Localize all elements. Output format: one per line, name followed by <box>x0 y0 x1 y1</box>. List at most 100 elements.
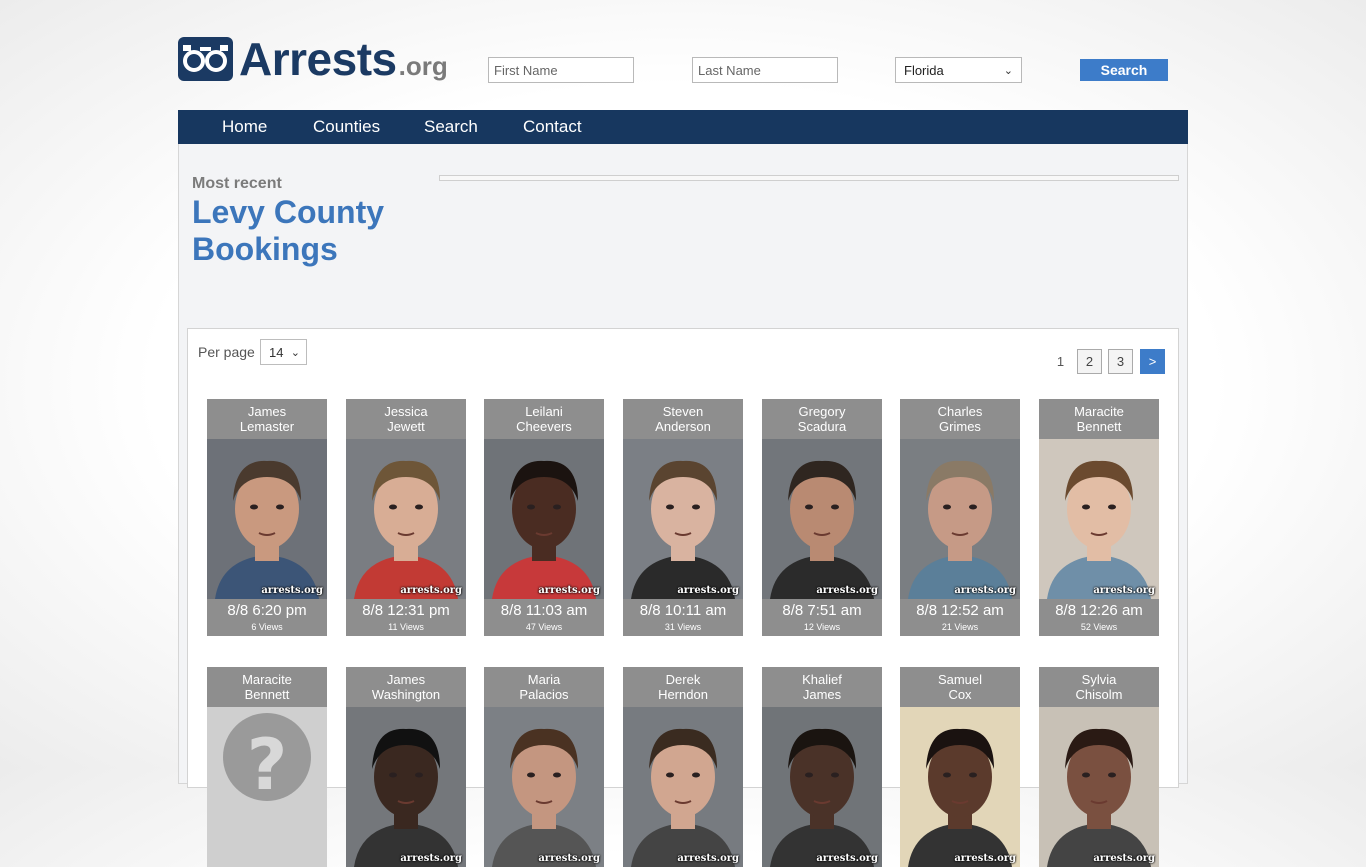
mugshot-photo[interactable]: arrests.org <box>484 707 604 867</box>
card-first-name: Derek <box>665 672 701 687</box>
card-name[interactable]: James Lemaster <box>207 399 327 439</box>
view-count: 11 Views <box>388 622 424 632</box>
site-logo[interactable]: Arrests .org <box>178 35 448 82</box>
card-first-name: Khalief <box>802 672 842 687</box>
page-link-3[interactable]: 3 <box>1108 349 1133 374</box>
card-last-name: Washington <box>371 687 441 702</box>
card-name[interactable]: Maria Palacios <box>484 667 604 707</box>
missing-photo-icon[interactable]: ? <box>207 707 327 867</box>
state-select-value: Florida <box>904 62 944 78</box>
card-first-name: Charles <box>937 404 983 419</box>
card-last-name: Chisolm <box>1075 687 1123 702</box>
booking-time: 8/8 10:11 am <box>639 602 727 619</box>
card-name[interactable]: Khalief James <box>762 667 882 707</box>
search-button[interactable]: Search <box>1080 59 1168 81</box>
card-first-name: James <box>247 404 287 419</box>
card-name[interactable]: Gregory Scadura <box>762 399 882 439</box>
card-last-name: Lemaster <box>239 419 295 434</box>
card-name[interactable]: Derek Herndon <box>623 667 743 707</box>
booking-card[interactable]: Jessica Jewett arrests.org 8/8 12:31 pm 11 V… <box>346 399 466 636</box>
last-name-input[interactable] <box>692 57 838 83</box>
card-name[interactable]: Sylvia Chisolm <box>1039 667 1159 707</box>
card-first-name: Maracite <box>242 672 292 687</box>
view-count: 31 Views <box>664 622 702 632</box>
card-first-name: Sylvia <box>1081 672 1117 687</box>
view-count: 12 Views <box>803 622 841 632</box>
card-last-name: Scadura <box>797 419 847 434</box>
card-last-name: Jewett <box>387 419 425 434</box>
booking-card[interactable]: Gregory Scadura arrests.org 8/8 7:51 am 12 V… <box>762 399 882 636</box>
page-link-2[interactable]: 2 <box>1077 349 1102 374</box>
handcuffs-icon <box>178 37 233 81</box>
booking-time: 8/8 6:20 pm <box>227 602 307 619</box>
booking-time: 8/8 12:52 am <box>916 602 1004 619</box>
watermark: arrests.org <box>954 853 1016 864</box>
mugshot-photo[interactable]: arrests.org <box>762 707 882 867</box>
card-first-name: Maria <box>527 672 561 687</box>
mugshot-photo[interactable]: arrests.org <box>1039 707 1159 867</box>
watermark: arrests.org <box>400 585 462 596</box>
card-first-name: Jessica <box>384 404 428 419</box>
nav-search[interactable]: Search <box>424 110 478 144</box>
per-page-select[interactable]: 14 ⌄ <box>260 339 307 365</box>
watermark: arrests.org <box>816 853 878 864</box>
watermark: arrests.org <box>1093 853 1155 864</box>
card-name[interactable]: Maracite Bennett <box>1039 399 1159 439</box>
card-name[interactable]: Maracite Bennett <box>207 667 327 707</box>
booking-card[interactable]: Maracite Bennett arrests.org 8/8 12:26 am 52… <box>1039 399 1159 636</box>
view-count: 52 Views <box>1080 622 1118 632</box>
booking-card[interactable]: Maracite Bennett? <box>207 667 327 867</box>
booking-card[interactable]: Maria Palacios arrests.org <box>484 667 604 867</box>
mugshot-photo[interactable]: arrests.org <box>623 707 743 867</box>
mugshot-photo[interactable]: arrests.org <box>762 439 882 599</box>
card-name[interactable]: Jessica Jewett <box>346 399 466 439</box>
card-last-name: Bennett <box>1076 419 1122 434</box>
mugshot-photo[interactable]: arrests.org <box>346 439 466 599</box>
first-name-input[interactable] <box>488 57 634 83</box>
section-kicker: Most recent <box>192 175 282 192</box>
view-count: 6 Views <box>251 622 283 632</box>
card-first-name: Samuel <box>937 672 983 687</box>
page-current: 1 <box>1056 354 1065 369</box>
nav-home[interactable]: Home <box>222 110 267 144</box>
view-count: 47 Views <box>525 622 563 632</box>
booking-time: 8/8 12:26 am <box>1055 602 1143 619</box>
booking-card[interactable]: Derek Herndon arrests.org <box>623 667 743 867</box>
nav-counties[interactable]: Counties <box>313 110 380 144</box>
watermark: arrests.org <box>400 853 462 864</box>
mugshot-photo[interactable]: arrests.org <box>900 439 1020 599</box>
booking-card[interactable]: Leilani Cheevers arrests.org 8/8 11:03 am 47… <box>484 399 604 636</box>
booking-card[interactable]: Khalief James arrests.org <box>762 667 882 867</box>
mugshot-photo[interactable]: arrests.org <box>1039 439 1159 599</box>
watermark: arrests.org <box>677 585 739 596</box>
booking-card[interactable]: Charles Grimes arrests.org 8/8 12:52 am 21 V… <box>900 399 1020 636</box>
card-last-name: Anderson <box>655 419 711 434</box>
card-last-name: Bennett <box>244 687 290 702</box>
mugshot-photo[interactable]: arrests.org <box>207 439 327 599</box>
watermark: arrests.org <box>538 853 600 864</box>
booking-time: 8/8 7:51 am <box>782 602 862 619</box>
booking-card[interactable]: James Lemaster arrests.org 8/8 6:20 pm 6 Vie… <box>207 399 327 636</box>
card-name[interactable]: Samuel Cox <box>900 667 1020 707</box>
mugshot-photo[interactable]: arrests.org <box>623 439 743 599</box>
page-next-button[interactable]: > <box>1140 349 1165 374</box>
watermark: arrests.org <box>1093 585 1155 596</box>
nav-contact[interactable]: Contact <box>523 110 582 144</box>
state-select[interactable]: Florida ⌄ <box>895 57 1022 83</box>
site-header: Arrests .org Florida ⌄ Search <box>0 0 1366 105</box>
view-count: 21 Views <box>941 622 979 632</box>
ad-banner <box>439 175 1179 181</box>
booking-card[interactable]: Sylvia Chisolm arrests.org <box>1039 667 1159 867</box>
card-name[interactable]: James Washington <box>346 667 466 707</box>
mugshot-photo[interactable]: arrests.org <box>484 439 604 599</box>
booking-time: 8/8 11:03 am <box>500 602 588 619</box>
mugshot-photo[interactable]: arrests.org <box>900 707 1020 867</box>
card-last-name: James <box>802 687 842 702</box>
mugshot-photo[interactable]: arrests.org <box>346 707 466 867</box>
card-name[interactable]: Charles Grimes <box>900 399 1020 439</box>
booking-card[interactable]: Steven Anderson arrests.org 8/8 10:11 am 31 … <box>623 399 743 636</box>
card-name[interactable]: Steven Anderson <box>623 399 743 439</box>
booking-card[interactable]: James Washington arrests.org <box>346 667 466 867</box>
card-name[interactable]: Leilani Cheevers <box>484 399 604 439</box>
booking-card[interactable]: Samuel Cox arrests.org <box>900 667 1020 867</box>
